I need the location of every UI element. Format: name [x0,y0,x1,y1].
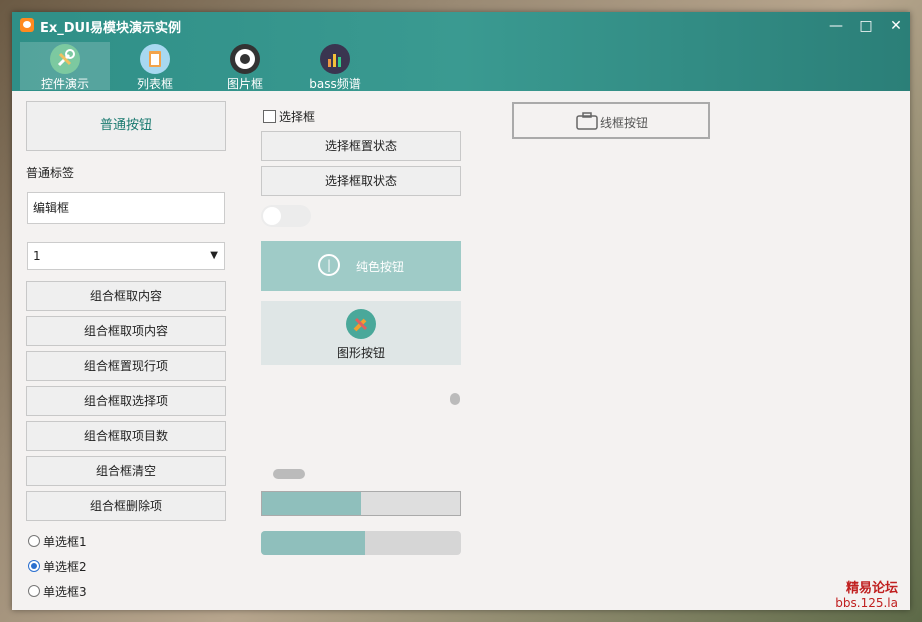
outline-button-label: 线框按钮 [600,116,649,130]
radio-label: 单选框3 [43,585,87,599]
main-window: Ex_DUI易模块演示实例 — □ ✕ 控件演示 列表框 图片框 bass频谱 … [12,12,910,610]
combo-set-current-button[interactable]: 组合框置现行项 [26,351,226,381]
briefcase-icon [576,112,598,130]
tab-controls-demo[interactable]: 控件演示 [20,42,110,91]
horizontal-slider-handle[interactable] [273,469,305,479]
progress-bar-2 [261,531,461,555]
tab-label: 列表框 [136,77,173,91]
normal-button[interactable]: 普通按钮 [26,101,226,151]
checkbox-box [263,110,276,123]
solid-color-button[interactable]: | 纯色按钮 [261,241,461,291]
tab-label: 图片框 [226,77,263,91]
combo-clear-button[interactable]: 组合框清空 [26,456,226,486]
wrench-icon [50,44,80,74]
radio-dot [28,585,40,597]
clipboard-icon [140,44,170,74]
radio-option-2[interactable]: 单选框2 [28,558,87,575]
graphic-button[interactable]: 图形按钮 [261,301,461,365]
pencil-icon [346,309,376,339]
app-icon [20,18,34,32]
combo-get-content-button[interactable]: 组合框取内容 [26,281,226,311]
combo-value: 1 [33,249,41,263]
chevron-down-icon: ▼ [210,250,218,261]
combo-delete-item-button[interactable]: 组合框删除项 [26,491,226,521]
toggle-knob [263,207,281,225]
checkbox-get-state-button[interactable]: 选择框取状态 [261,166,461,196]
power-icon: | [318,254,340,276]
combo-get-item-content-button[interactable]: 组合框取项内容 [26,316,226,346]
minimize-button[interactable]: — [826,16,846,36]
radio-dot [28,560,40,572]
vertical-slider-handle[interactable] [450,393,460,405]
equalizer-icon [320,44,350,74]
maximize-button[interactable]: □ [856,16,876,36]
toggle-switch[interactable] [261,205,311,227]
watermark-url: bbs.125.la [835,596,898,610]
progress-bar-1 [261,491,461,516]
checkbox-label: 选择框 [279,110,316,124]
aperture-icon [230,44,260,74]
combo-get-count-button[interactable]: 组合框取项目数 [26,421,226,451]
checkbox[interactable]: 选择框 [263,108,315,125]
graphic-button-label: 图形按钮 [336,346,385,360]
title-bar: Ex_DUI易模块演示实例 — □ ✕ 控件演示 列表框 图片框 bass频谱 [12,12,910,91]
outline-button[interactable]: 线框按钮 [512,102,710,139]
normal-label: 普通标签 [26,166,75,180]
close-button[interactable]: ✕ [886,16,906,36]
tab-picturebox[interactable]: 图片框 [200,42,290,91]
window-title: Ex_DUI易模块演示实例 [40,21,181,36]
progress-fill [262,492,361,515]
tab-label: 控件演示 [40,77,89,91]
radio-option-1[interactable]: 单选框1 [28,533,87,550]
progress-fill [261,531,365,555]
combo-box[interactable]: 1 ▼ [27,242,225,270]
edit-box[interactable]: 编辑框 [27,192,225,224]
radio-dot [28,535,40,547]
watermark: 精易论坛 bbs.125.la [835,581,898,611]
radio-option-3[interactable]: 单选框3 [28,583,87,600]
watermark-title: 精易论坛 [845,581,898,596]
combo-get-selected-button[interactable]: 组合框取选择项 [26,386,226,416]
solid-button-label: 纯色按钮 [356,260,405,274]
checkbox-set-state-button[interactable]: 选择框置状态 [261,131,461,161]
tab-label: bass频谱 [309,77,361,91]
radio-label: 单选框2 [43,560,87,574]
tab-bass-spectrum[interactable]: bass频谱 [290,42,380,91]
tab-listbox[interactable]: 列表框 [110,42,200,91]
radio-label: 单选框1 [43,535,87,549]
